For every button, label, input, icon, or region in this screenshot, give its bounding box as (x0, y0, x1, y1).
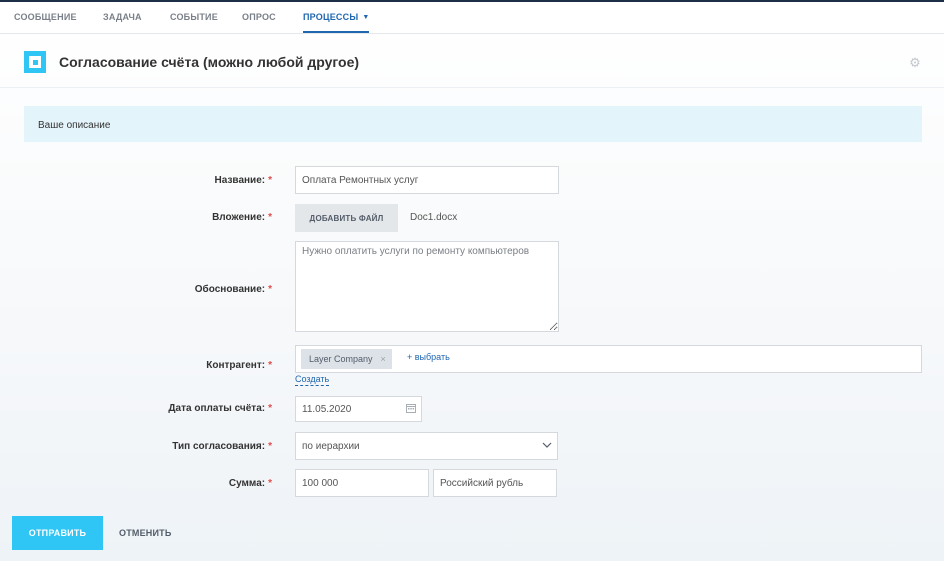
process-logo-icon (24, 51, 46, 73)
chevron-down-icon (542, 442, 552, 448)
name-label: Название: * (214, 175, 272, 186)
tab-event[interactable]: СОБЫТИЕ (170, 2, 218, 33)
justification-textarea[interactable]: Нужно оплатить услуги по ремонту компьют… (295, 241, 559, 332)
process-header: Согласование счёта (можно любой другое) … (0, 34, 944, 88)
tab-processes[interactable]: ПРОЦЕССЫ ▼ (303, 2, 370, 33)
payment-date-input[interactable]: 11.05.2020 (295, 396, 422, 422)
add-file-button[interactable]: ДОБАВИТЬ ФАЙЛ (295, 204, 398, 232)
counterparty-label: Контрагент: * (206, 360, 272, 371)
send-button[interactable]: ОТПРАВИТЬ (12, 516, 103, 550)
tab-task[interactable]: ЗАДАЧА (103, 2, 142, 33)
counterparty-tag: Layer Company × (301, 349, 392, 369)
approval-type-select[interactable]: по иерархии (295, 432, 558, 460)
name-input[interactable]: Оплата Ремонтных услуг (295, 166, 559, 194)
attachment-label: Вложение: * (212, 212, 272, 223)
create-counterparty-link[interactable]: Создать (295, 374, 330, 386)
chevron-down-icon: ▼ (362, 14, 370, 21)
choose-counterparty-link[interactable]: + выбрать (407, 352, 450, 362)
post-type-tabs: СООБЩЕНИЕ ЗАДАЧА СОБЫТИЕ ОПРОС ПРОЦЕССЫ ▼ (0, 2, 944, 34)
gear-icon[interactable]: ⚙ (908, 56, 922, 70)
tab-processes-label: ПРОЦЕССЫ (303, 12, 359, 22)
remove-tag-icon[interactable]: × (381, 354, 386, 364)
amount-label: Сумма: * (228, 478, 272, 489)
approval-type-label: Тип согласования: * (172, 441, 272, 452)
justification-label: Обоснование: * (194, 284, 272, 295)
description-panel: Ваше описание (24, 106, 922, 142)
amount-input[interactable]: 100 000 (295, 469, 429, 497)
cancel-button[interactable]: ОТМЕНИТЬ (119, 528, 172, 538)
currency-select[interactable]: Российский рубль (433, 469, 557, 497)
payment-date-label: Дата оплаты счёта: * (168, 403, 272, 414)
attached-file-name[interactable]: Doc1.docx (410, 212, 457, 223)
page-title: Согласование счёта (можно любой другое) (59, 54, 360, 70)
calendar-icon[interactable] (406, 403, 416, 413)
tab-poll[interactable]: ОПРОС (242, 2, 276, 33)
tab-message[interactable]: СООБЩЕНИЕ (14, 2, 77, 33)
description-text: Ваше описание (38, 120, 111, 131)
